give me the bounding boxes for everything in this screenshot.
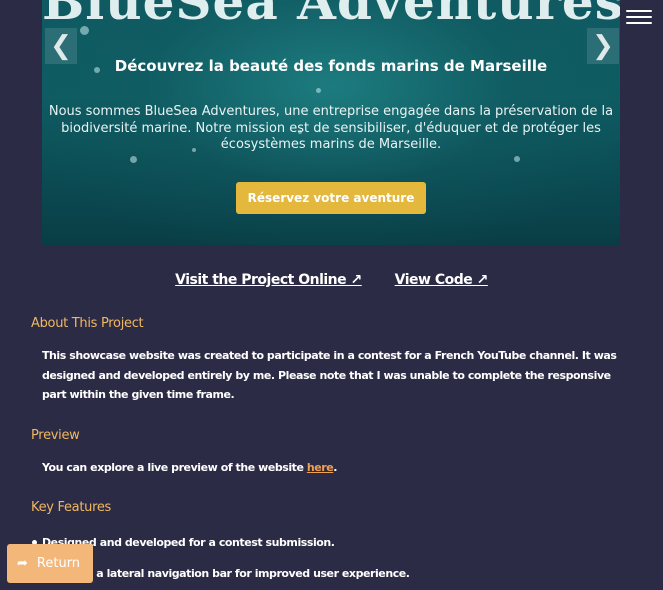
features-section-title: Key Features	[31, 500, 111, 515]
list-item: Features a lateral navigation bar for im…	[32, 558, 410, 589]
about-section-text: This showcase website was created to par…	[42, 349, 617, 401]
hero-title: BlueSea Adventures	[42, 0, 620, 31]
visit-project-link[interactable]: Visit the Project Online ↗	[175, 272, 362, 288]
project-links: Visit the Project Online ↗ View Code ↗	[0, 272, 663, 288]
book-adventure-button[interactable]: Réservez votre aventure	[236, 182, 426, 214]
features-list: Designed and developed for a contest sub…	[32, 527, 410, 589]
preview-section-title: Preview	[31, 428, 80, 443]
preview-here-link[interactable]: here	[307, 461, 334, 474]
bubble-decoration	[316, 88, 321, 93]
hamburger-menu-icon[interactable]	[626, 10, 652, 28]
view-code-link[interactable]: View Code ↗	[395, 272, 489, 288]
carousel-prev-icon[interactable]: ❮	[45, 28, 77, 64]
bubble-decoration	[514, 156, 520, 162]
bubble-decoration	[130, 156, 137, 163]
hero-subtitle: Découvrez la beauté des fonds marins de …	[114, 57, 548, 75]
about-section-title: About This Project	[31, 316, 144, 331]
preview-text: You can explore a live preview of the we…	[42, 461, 307, 474]
share-arrow-icon: ➦	[17, 556, 28, 571]
preview-section-text: You can explore a live preview of the we…	[42, 458, 622, 478]
list-item: Designed and developed for a contest sub…	[32, 527, 410, 558]
hero-description: Nous sommes BlueSea Adventures, une entr…	[48, 104, 614, 152]
hero-carousel: BlueSea Adventures Découvrez la beauté d…	[42, 0, 620, 245]
carousel-next-icon[interactable]: ❯	[587, 28, 619, 64]
preview-text-end: .	[333, 461, 337, 474]
return-button[interactable]: ➦ Return	[7, 544, 93, 583]
return-label: Return	[36, 556, 81, 571]
